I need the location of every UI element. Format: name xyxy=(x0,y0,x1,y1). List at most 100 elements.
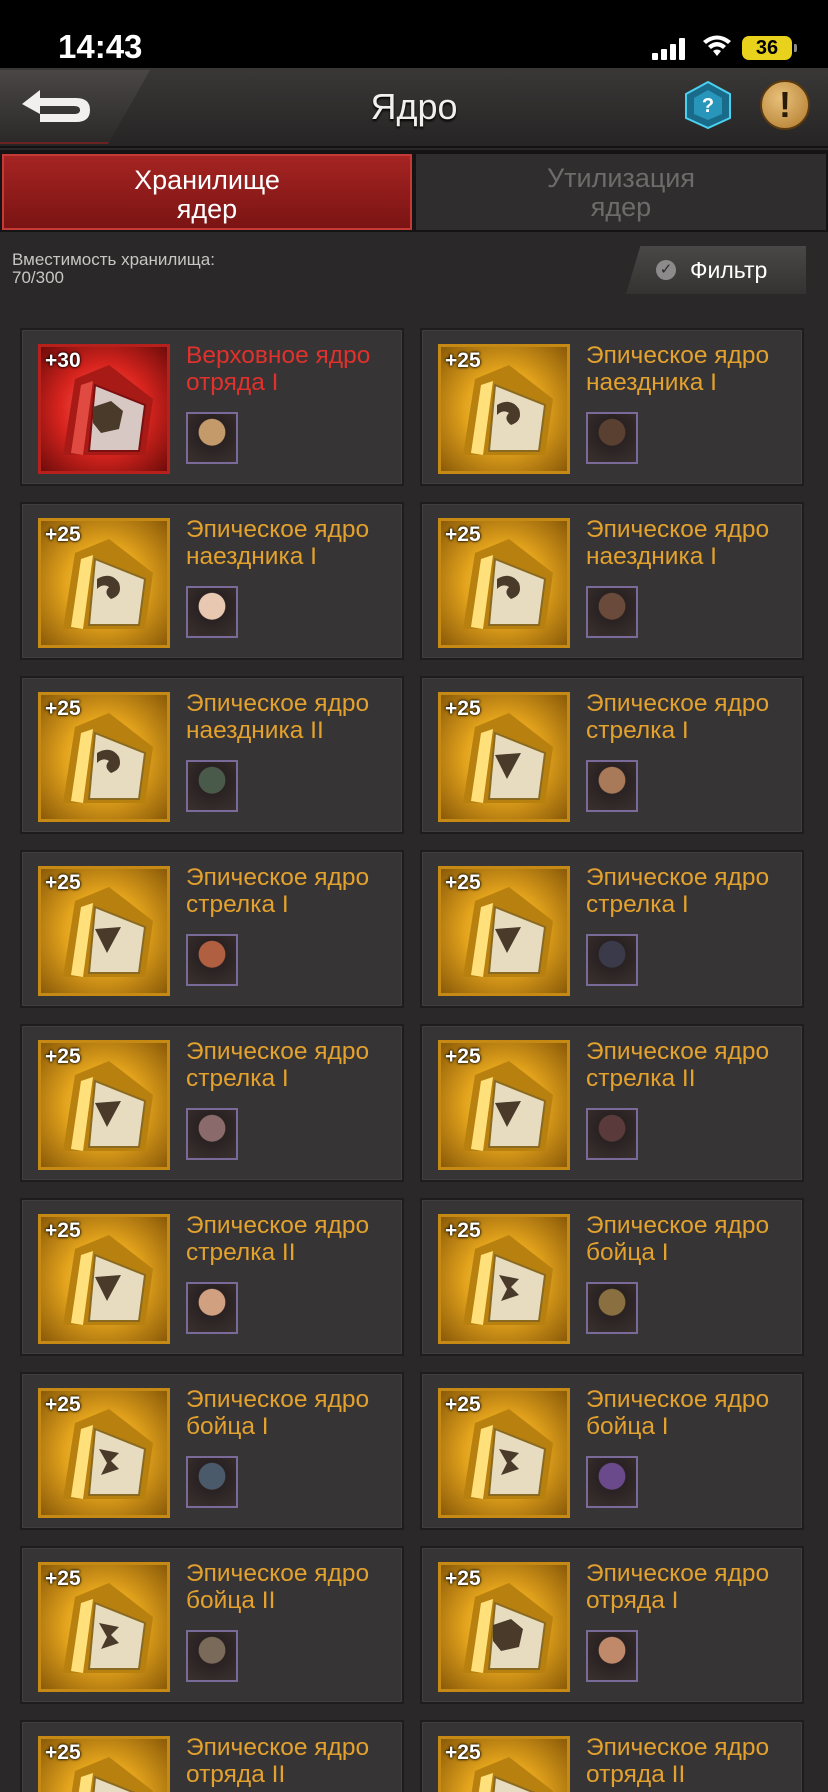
hero-avatar xyxy=(186,1456,238,1508)
core-name: Эпическое ядро бойца I xyxy=(186,1386,370,1440)
capacity-value: 70/300 xyxy=(12,268,64,287)
tab-label: Хранилище ядер xyxy=(134,165,280,224)
filter-button[interactable]: ✓ Фильтр xyxy=(626,246,806,294)
hero-avatar xyxy=(186,760,238,812)
hero-avatar xyxy=(586,1456,638,1508)
fighter-icon xyxy=(63,1583,153,1673)
level-badge: +25 xyxy=(45,697,81,720)
core-icon: +25 xyxy=(438,1562,570,1692)
core-grid: +30 Верховное ядро отряда I +25 Эпическо… xyxy=(20,328,808,1792)
core-card[interactable]: +25 Эпическое ядро стрелка I xyxy=(20,1024,404,1182)
level-badge: +25 xyxy=(445,1567,481,1590)
core-name: Эпическое ядро стрелка I xyxy=(186,864,370,918)
fighter-icon xyxy=(463,1235,553,1325)
core-icon: +25 xyxy=(438,1388,570,1518)
level-badge: +25 xyxy=(445,1045,481,1068)
level-badge: +25 xyxy=(45,1393,81,1416)
core-card[interactable]: +25 Эпическое ядро наездника I xyxy=(20,502,404,660)
core-card[interactable]: +25 Эпическое ядро стрелка II xyxy=(420,1024,804,1182)
level-badge: +25 xyxy=(445,349,481,372)
status-time: 14:43 xyxy=(58,28,143,65)
tab-core-disposal[interactable]: Утилизация ядер xyxy=(416,154,826,230)
core-icon: +25 xyxy=(38,1736,170,1792)
core-icon: +30 xyxy=(38,344,170,474)
core-card[interactable]: +25 Эпическое ядро бойца II xyxy=(20,1546,404,1704)
hero-avatar xyxy=(186,1630,238,1682)
hero-avatar xyxy=(586,934,638,986)
core-icon: +25 xyxy=(438,692,570,822)
shooter-icon xyxy=(463,887,553,977)
core-icon: +25 xyxy=(38,518,170,648)
core-icon: +25 xyxy=(38,1562,170,1692)
core-card[interactable]: +25 Эпическое ядро наездника II xyxy=(20,676,404,834)
fighter-icon xyxy=(63,1409,153,1499)
hero-avatar xyxy=(586,1630,638,1682)
core-card[interactable]: +30 Верховное ядро отряда I xyxy=(20,328,404,486)
wifi-icon xyxy=(703,35,731,56)
tab-bar: Хранилище ядер Утилизация ядер xyxy=(0,150,828,232)
hero-avatar xyxy=(586,1282,638,1334)
core-name: Эпическое ядро наездника II xyxy=(186,690,370,744)
core-name: Эпическое ядро бойца I xyxy=(586,1386,770,1440)
level-badge: +25 xyxy=(445,1219,481,1242)
core-card[interactable]: +25 Эпическое ядро бойца I xyxy=(420,1372,804,1530)
core-icon: +25 xyxy=(438,866,570,996)
rider-icon xyxy=(463,539,553,629)
core-name: Эпическое ядро стрелка I xyxy=(586,864,770,918)
level-badge: +25 xyxy=(445,697,481,720)
help-icon[interactable]: ? xyxy=(682,78,734,130)
shooter-icon xyxy=(463,713,553,803)
core-card[interactable]: +25 Эпическое ядро отряда II xyxy=(20,1720,404,1792)
shooter-icon xyxy=(463,1061,553,1151)
core-name: Эпическое ядро наездника I xyxy=(586,342,770,396)
core-card[interactable]: +25 Эпическое ядро стрелка I xyxy=(420,676,804,834)
core-card[interactable]: +25 Эпическое ядро бойца I xyxy=(20,1372,404,1530)
level-badge: +25 xyxy=(45,1567,81,1590)
core-icon: +25 xyxy=(38,1388,170,1518)
hero-avatar xyxy=(186,412,238,464)
alert-button[interactable]: ! xyxy=(760,80,810,130)
core-icon: +25 xyxy=(38,1040,170,1170)
core-card[interactable]: +25 Эпическое ядро бойца I xyxy=(420,1198,804,1356)
core-name: Эпическое ядро отряда I xyxy=(586,1560,770,1614)
level-badge: +25 xyxy=(445,1393,481,1416)
hero-avatar xyxy=(586,586,638,638)
tab-core-storage[interactable]: Хранилище ядер xyxy=(2,154,412,230)
core-name: Эпическое ядро стрелка I xyxy=(186,1038,370,1092)
core-card[interactable]: +25 Эпическое ядро стрелка I xyxy=(20,850,404,1008)
core-name: Эпическое ядро наездника I xyxy=(186,516,370,570)
level-badge: +25 xyxy=(445,1741,481,1764)
level-badge: +25 xyxy=(445,523,481,546)
hero-avatar xyxy=(586,760,638,812)
core-card[interactable]: +25 Эпическое ядро наездника I xyxy=(420,502,804,660)
hero-avatar xyxy=(186,934,238,986)
level-badge: +25 xyxy=(45,1219,81,1242)
core-card[interactable]: +25 Эпическое ядро стрелка I xyxy=(420,850,804,1008)
hero-avatar xyxy=(186,1282,238,1334)
shooter-icon xyxy=(63,1061,153,1151)
core-name: Верховное ядро отряда I xyxy=(186,342,371,396)
storage-capacity: Вместимость хранилища: 70/300 xyxy=(12,251,215,287)
hero-avatar xyxy=(586,1108,638,1160)
core-icon: +25 xyxy=(38,866,170,996)
status-bar: 14:43 36 xyxy=(0,0,828,68)
level-badge: +25 xyxy=(445,871,481,894)
core-icon: +25 xyxy=(438,1214,570,1344)
core-name: Эпическое ядро бойца II xyxy=(186,1560,370,1614)
core-card[interactable]: +25 Эпическое ядро наездника I xyxy=(420,328,804,486)
hero-avatar xyxy=(186,586,238,638)
core-card[interactable]: +25 Эпическое ядро отряда II xyxy=(420,1720,804,1792)
core-card[interactable]: +25 Эпическое ядро стрелка II xyxy=(20,1198,404,1356)
core-card[interactable]: +25 Эпическое ядро отряда I xyxy=(420,1546,804,1704)
core-name: Эпическое ядро стрелка I xyxy=(586,690,770,744)
core-icon: +25 xyxy=(438,1040,570,1170)
level-badge: +25 xyxy=(45,1045,81,1068)
svg-text:?: ? xyxy=(702,95,714,117)
battery-icon: 36 xyxy=(742,36,797,60)
hero-avatar xyxy=(586,412,638,464)
shooter-icon xyxy=(63,887,153,977)
filter-label: Фильтр xyxy=(690,257,768,283)
core-name: Эпическое ядро отряда II xyxy=(186,1734,370,1788)
level-badge: +25 xyxy=(45,523,81,546)
core-icon: +25 xyxy=(438,344,570,474)
